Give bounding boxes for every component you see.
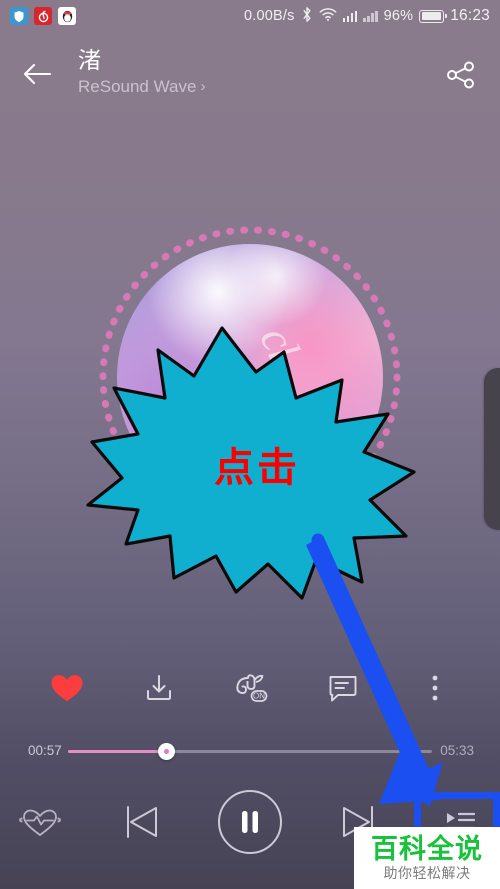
svg-text:ON: ON: [253, 692, 265, 701]
chevron-right-icon: ›: [200, 78, 206, 95]
watermark: 百科全说 助你轻松解决: [354, 827, 500, 889]
status-bar-indicators: 0.00B/s 96% 16:23: [244, 6, 490, 27]
title-bar: 渚 ReSound Wave ›: [0, 40, 500, 110]
heartbeat-mode-button[interactable]: [8, 786, 72, 858]
artist-row[interactable]: ReSound Wave ›: [78, 76, 205, 98]
battery-icon: [419, 9, 447, 23]
more-vertical-icon: [432, 675, 438, 701]
wifi-icon: [319, 7, 337, 26]
track-info: 渚 ReSound Wave ›: [78, 46, 205, 98]
download-button[interactable]: [131, 660, 187, 716]
bluetooth-icon: [301, 6, 313, 27]
security-shield-icon: [10, 7, 28, 25]
status-bar-app-icons: [10, 7, 76, 25]
signal-bars-sim1: [342, 10, 358, 22]
watermark-title: 百科全说: [371, 834, 483, 864]
clock: 16:23: [450, 7, 490, 24]
click-here-callout: [86, 326, 416, 600]
like-button[interactable]: [39, 660, 95, 716]
song-title: 渚: [78, 47, 101, 73]
progress-fill: [68, 750, 167, 753]
side-drawer-handle[interactable]: [484, 368, 500, 530]
qq-icon: [58, 7, 76, 25]
progress-slider[interactable]: [68, 743, 432, 760]
back-arrow-icon[interactable]: [20, 58, 58, 90]
netease-music-icon: [34, 7, 52, 25]
download-icon: [147, 675, 171, 700]
total-time: 05:33: [440, 743, 474, 758]
sound-effect-icon: ON: [236, 674, 268, 702]
watermark-subtitle: 助你轻松解决: [383, 865, 471, 881]
pause-icon: [218, 790, 282, 854]
comment-icon: [329, 676, 357, 702]
music-player-screen: 0.00B/s 96% 16:23 渚 ReSound Wave › cl ON…: [0, 0, 500, 889]
heart-pulse-icon: [19, 809, 61, 836]
sound-effect-button[interactable]: ON: [223, 660, 279, 716]
network-speed: 0.00B/s: [244, 8, 295, 24]
play-pause-button[interactable]: [214, 786, 286, 858]
battery-percent: 96%: [383, 8, 414, 24]
elapsed-time: 00:57: [28, 743, 62, 758]
previous-button[interactable]: [110, 786, 174, 858]
signal-bars-sim2: [363, 10, 378, 22]
more-button[interactable]: [407, 660, 463, 716]
comment-button[interactable]: [315, 660, 371, 716]
share-icon[interactable]: [444, 58, 478, 92]
progress-thumb[interactable]: [157, 743, 175, 760]
heart-filled-icon: [51, 675, 83, 701]
artist-name: ReSound Wave: [78, 77, 197, 96]
action-row: ON 999+: [0, 660, 500, 716]
skip-previous-icon: [127, 806, 157, 838]
status-bar: 0.00B/s 96% 16:23: [0, 0, 500, 32]
progress-row: 00:57 05:33: [0, 738, 500, 766]
